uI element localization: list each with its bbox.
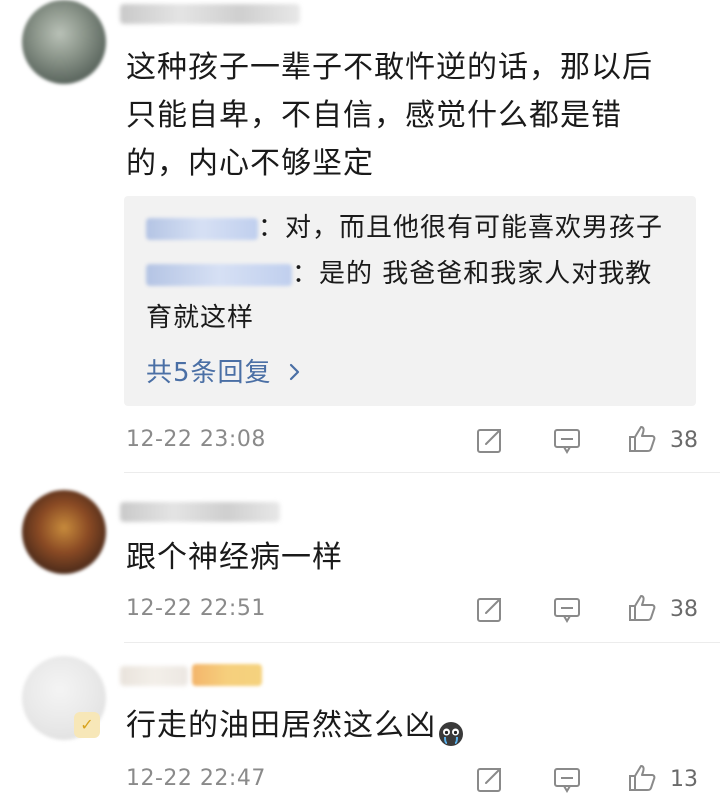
level-badge [192, 664, 262, 686]
reply-username-blurred[interactable] [146, 263, 292, 286]
comment-text: 这种孩子一辈子不敢忤逆的话，那以后只能自卑，不自信，感觉什么都是错的，内心不够坚… [126, 50, 653, 181]
comment-icon[interactable] [552, 594, 584, 626]
thumbs-up-icon[interactable] [626, 762, 658, 794]
thumbs-up-icon[interactable] [626, 592, 658, 624]
more-replies-label: 共5条回复 [146, 358, 272, 388]
comment-item: 这种孩子一辈子不敢忤逆的话，那以后只能自卑，不自信，感觉什么都是错的，内心不够坚… [0, 0, 720, 470]
share-icon[interactable] [475, 425, 507, 457]
comment-text: 行走的油田居然这么凶 [126, 702, 680, 750]
username-blurred[interactable] [120, 502, 280, 522]
username-blurred[interactable] [120, 4, 300, 24]
reply-item[interactable]: ：对，而且他很有可能喜欢男孩子 [146, 206, 678, 250]
comment-time: 12-22 22:51 [126, 596, 266, 621]
username-blurred[interactable] [120, 666, 188, 686]
divider [124, 472, 720, 473]
reply-item[interactable]: ：是的 我爸爸和我家人对我教育就这样 [146, 252, 678, 340]
comment-item: 跟个神经病一样 12-22 22:51 38 [0, 490, 720, 640]
comment-item: ✓ 行走的油田居然这么凶 12-22 22:47 13 [0, 656, 720, 806]
reply-username-blurred[interactable] [146, 217, 258, 240]
reply-preview[interactable]: ：对，而且他很有可能喜欢男孩子 ：是的 我爸爸和我家人对我教育就这样 共5条回复 [124, 196, 696, 406]
comment-icon[interactable] [552, 764, 584, 796]
like-count: 38 [670, 428, 698, 453]
comment-time: 12-22 22:47 [126, 766, 266, 791]
crying-face-icon [438, 714, 464, 746]
reply-text: ：对，而且他很有可能喜欢男孩子 [258, 213, 664, 243]
chevron-right-icon [289, 358, 301, 388]
divider [124, 642, 720, 643]
share-icon[interactable] [475, 594, 507, 626]
share-icon[interactable] [475, 764, 507, 796]
comment-text-label: 行走的油田居然这么凶 [126, 708, 436, 743]
like-count: 38 [670, 597, 698, 622]
comment-time: 12-22 23:08 [126, 427, 266, 452]
comment-icon[interactable] [552, 425, 584, 457]
avatar[interactable] [22, 490, 106, 574]
comment-text: 跟个神经病一样 [126, 540, 343, 575]
vip-badge-icon: ✓ [74, 712, 100, 738]
more-replies-link[interactable]: 共5条回复 [146, 352, 301, 389]
like-count: 13 [670, 767, 698, 792]
thumbs-up-icon[interactable] [626, 423, 658, 455]
avatar[interactable] [22, 0, 106, 84]
